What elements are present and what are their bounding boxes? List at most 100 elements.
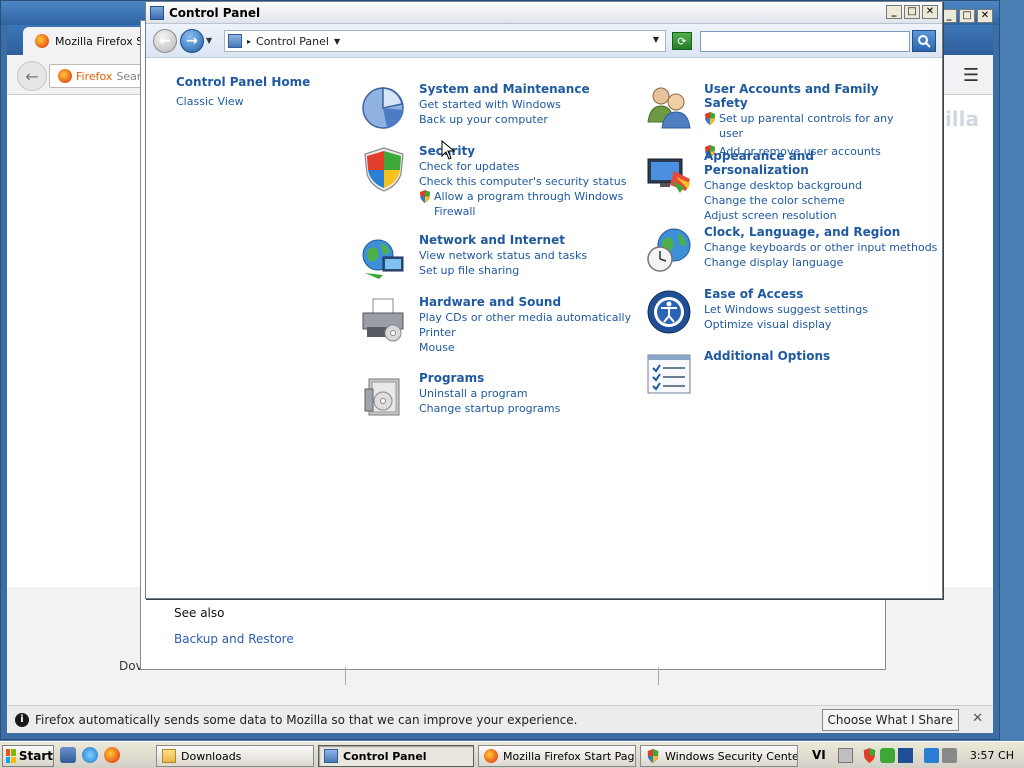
forward-button[interactable]: → [180,29,204,53]
update-icon[interactable] [880,748,895,763]
address-dropdown-icon[interactable]: ▼ [653,35,659,44]
printer-icon[interactable] [361,297,407,343]
category-link[interactable]: Change startup programs [419,401,634,416]
category-link[interactable]: Mouse [419,340,634,355]
taskbar-button-firefox[interactable]: Mozilla Firefox Start Pag... [478,745,636,767]
category-link[interactable]: Change the color scheme [704,193,919,208]
start-button[interactable]: Start [2,745,54,767]
classic-view-link[interactable]: Classic View [176,95,310,108]
close-button[interactable]: ✕ [977,9,993,23]
back-button[interactable]: ← [17,61,47,91]
close-button[interactable]: ✕ [922,5,938,19]
network-icon[interactable] [924,748,939,763]
notification-bar: i Firefox automatically sends some data … [7,705,993,733]
minimize-button[interactable]: _ [941,9,957,23]
taskbar-button-security-center[interactable]: Windows Security Center [640,745,798,767]
clock-globe-icon[interactable] [646,227,692,273]
show-desktop-icon[interactable] [60,747,76,763]
language-indicator[interactable]: VI [812,748,826,762]
firefox-icon[interactable] [104,747,120,763]
taskbar-button-downloads[interactable]: Downloads [156,745,314,767]
security-alert-icon[interactable] [862,748,877,763]
firefox-icon [484,749,498,763]
volume-muted-icon[interactable] [942,748,957,763]
search-button[interactable] [912,30,936,52]
users-icon[interactable] [646,84,692,130]
category-link-text: Set up parental controls for any user [719,112,894,140]
category-link[interactable]: Allow a program through Windows Firewall [419,189,634,219]
search-input[interactable] [700,31,910,52]
category-title[interactable]: Ease of Access [704,287,919,301]
firefox-logo-icon [35,34,49,48]
category-link[interactable]: Optimize visual display [704,317,919,332]
internet-explorer-icon[interactable] [82,747,98,763]
divider [658,667,659,685]
category-title[interactable]: Clock, Language, and Region [704,225,919,239]
maximize-button[interactable]: □ [959,9,975,23]
globe-network-icon[interactable] [361,235,407,281]
search-icon [918,35,931,48]
control-panel-icon [228,34,242,48]
security-shield-icon[interactable] [361,146,407,192]
category-link[interactable]: Back up your computer [419,112,634,127]
toolbar: ← → ▼ ▸ Control Panel ▼ ▼ ⟳ [146,24,942,58]
category-title[interactable]: Hardware and Sound [419,295,634,309]
taskbar-button-label: Downloads [181,749,242,763]
category-body: Additional Options [704,349,919,364]
network-status-icon[interactable] [898,748,913,763]
category-link[interactable]: Printer [419,325,634,340]
category-title[interactable]: Additional Options [704,349,919,363]
category-link[interactable]: Play CDs or other media automatically [419,310,634,325]
control-panel-home-link[interactable]: Control Panel Home [176,75,310,89]
taskbar-button-label: Control Panel [343,749,427,763]
caption-buttons: _ □ ✕ [886,5,938,19]
category-title[interactable]: System and Maintenance [419,82,634,96]
back-button[interactable]: ← [153,29,177,53]
backup-restore-link[interactable]: Backup and Restore [174,632,294,646]
maximize-button[interactable]: □ [904,5,920,19]
control-panel-titlebar[interactable]: Control Panel _ □ ✕ [146,2,942,24]
category-link[interactable]: Uninstall a program [419,386,634,401]
category-body: Ease of Access Let Windows suggest setti… [704,287,919,332]
category-link[interactable]: Let Windows suggest settings [704,302,919,317]
category-link[interactable]: Change desktop background [704,178,919,193]
address-bar[interactable]: ▸ Control Panel ▼ ▼ [224,30,666,52]
firefox-caption-buttons: _ □ ✕ [941,9,993,23]
category-title[interactable]: Appearance and Personalization [704,149,919,177]
category-link[interactable]: Check for updates [419,159,634,174]
category-link[interactable]: Get started with Windows [419,97,634,112]
recent-pages-chevron-icon[interactable]: ▼ [206,36,212,45]
breadcrumb[interactable]: Control Panel [256,35,329,48]
category-title[interactable]: Programs [419,371,634,385]
arrow-right-icon: → [186,33,198,49]
programs-box-icon[interactable] [361,373,407,419]
monitor-paint-icon[interactable] [646,151,692,197]
hamburger-menu-icon[interactable]: ☰ [963,65,979,86]
minimize-button[interactable]: _ [886,5,902,19]
sidebar: Control Panel Home Classic View [176,75,310,108]
choose-what-i-share-button[interactable]: Choose What I Share [821,709,959,731]
category-link[interactable]: Change display language [704,255,919,270]
category-link[interactable]: Check this computer's security status [419,174,634,189]
pie-chart-icon[interactable] [361,84,407,130]
breadcrumb-arrow-icon[interactable]: ▸ [247,37,251,46]
firefox-logo-icon [58,69,72,83]
category-title[interactable]: Network and Internet [419,233,634,247]
category-link[interactable]: Change keyboards or other input methods [704,240,937,255]
taskbar-button-control-panel[interactable]: Control Panel [318,745,474,767]
window-title: Control Panel [169,5,261,20]
refresh-button[interactable]: ⟳ [672,32,692,50]
category-link[interactable]: View network status and tasks [419,248,634,263]
close-icon[interactable]: ✕ [972,711,983,726]
ease-of-access-icon[interactable] [646,289,692,335]
checklist-icon[interactable] [646,351,692,397]
keyboard-icon[interactable] [838,748,853,763]
category-body: Network and Internet View network status… [419,233,634,278]
clock[interactable]: 3:57 CH [970,749,1014,762]
category-link[interactable]: Set up file sharing [419,263,634,278]
info-icon: i [15,712,29,727]
category-link[interactable]: Set up parental controls for any user [704,111,919,141]
category-title[interactable]: User Accounts and Family Safety [704,82,919,110]
chevron-down-icon[interactable]: ▼ [334,37,340,46]
category-link[interactable]: Adjust screen resolution [704,208,919,223]
